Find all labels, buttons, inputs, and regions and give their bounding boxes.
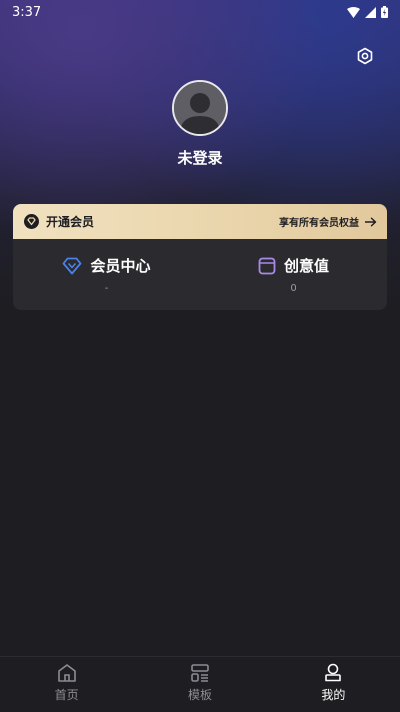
stats-row: 会员中心 - 创意值 0 — [13, 239, 387, 310]
vip-diamond-icon — [24, 214, 39, 229]
vip-subtitle: 享有所有会员权益 — [279, 218, 359, 229]
vip-title: 开通会员 — [46, 215, 95, 229]
tab-template[interactable]: 模板 — [133, 657, 266, 712]
tab-home[interactable]: 首页 — [0, 657, 133, 712]
tab-home-label: 首页 — [54, 688, 79, 702]
status-icons — [347, 6, 388, 18]
status-bar: 3:37 — [0, 0, 400, 24]
vip-banner[interactable]: 开通会员 享有所有会员权益 — [13, 204, 387, 239]
creative-value-label: 创意值 — [283, 257, 329, 275]
battery-icon — [381, 6, 388, 18]
template-icon — [191, 664, 209, 682]
creative-value-count: 0 — [290, 283, 297, 294]
arrow-right-icon — [365, 217, 377, 226]
member-center-value: - — [104, 283, 109, 294]
home-icon — [57, 664, 76, 682]
wifi-icon — [347, 6, 360, 18]
vip-banner-right: 享有所有会员权益 — [279, 214, 377, 229]
member-center-label: 会员中心 — [90, 257, 151, 275]
status-time: 3:37 — [12, 4, 42, 20]
tab-mine[interactable]: 我的 — [267, 657, 400, 712]
member-center-item[interactable]: 会员中心 - — [13, 239, 200, 310]
default-avatar-icon — [174, 82, 226, 134]
creative-value-item[interactable]: 创意值 0 — [200, 239, 387, 310]
settings-button[interactable] — [354, 45, 376, 67]
diamond-icon — [63, 257, 82, 274]
signal-icon — [365, 6, 376, 18]
profile-icon — [325, 663, 342, 682]
tab-template-label: 模板 — [187, 688, 212, 702]
bottom-tab-bar: 首页 模板 我的 — [0, 656, 400, 712]
username-label[interactable]: 未登录 — [0, 147, 400, 168]
creative-value-head: 创意值 — [258, 255, 329, 276]
vip-banner-left: 开通会员 — [24, 213, 94, 230]
gear-icon — [357, 47, 373, 65]
member-center-head: 会员中心 — [62, 255, 151, 276]
avatar[interactable] — [172, 80, 228, 136]
membership-card: 开通会员 享有所有会员权益 会员中心 - 创意值 0 — [13, 204, 387, 310]
wallet-icon — [258, 257, 276, 274]
tab-mine-label: 我的 — [321, 688, 346, 702]
